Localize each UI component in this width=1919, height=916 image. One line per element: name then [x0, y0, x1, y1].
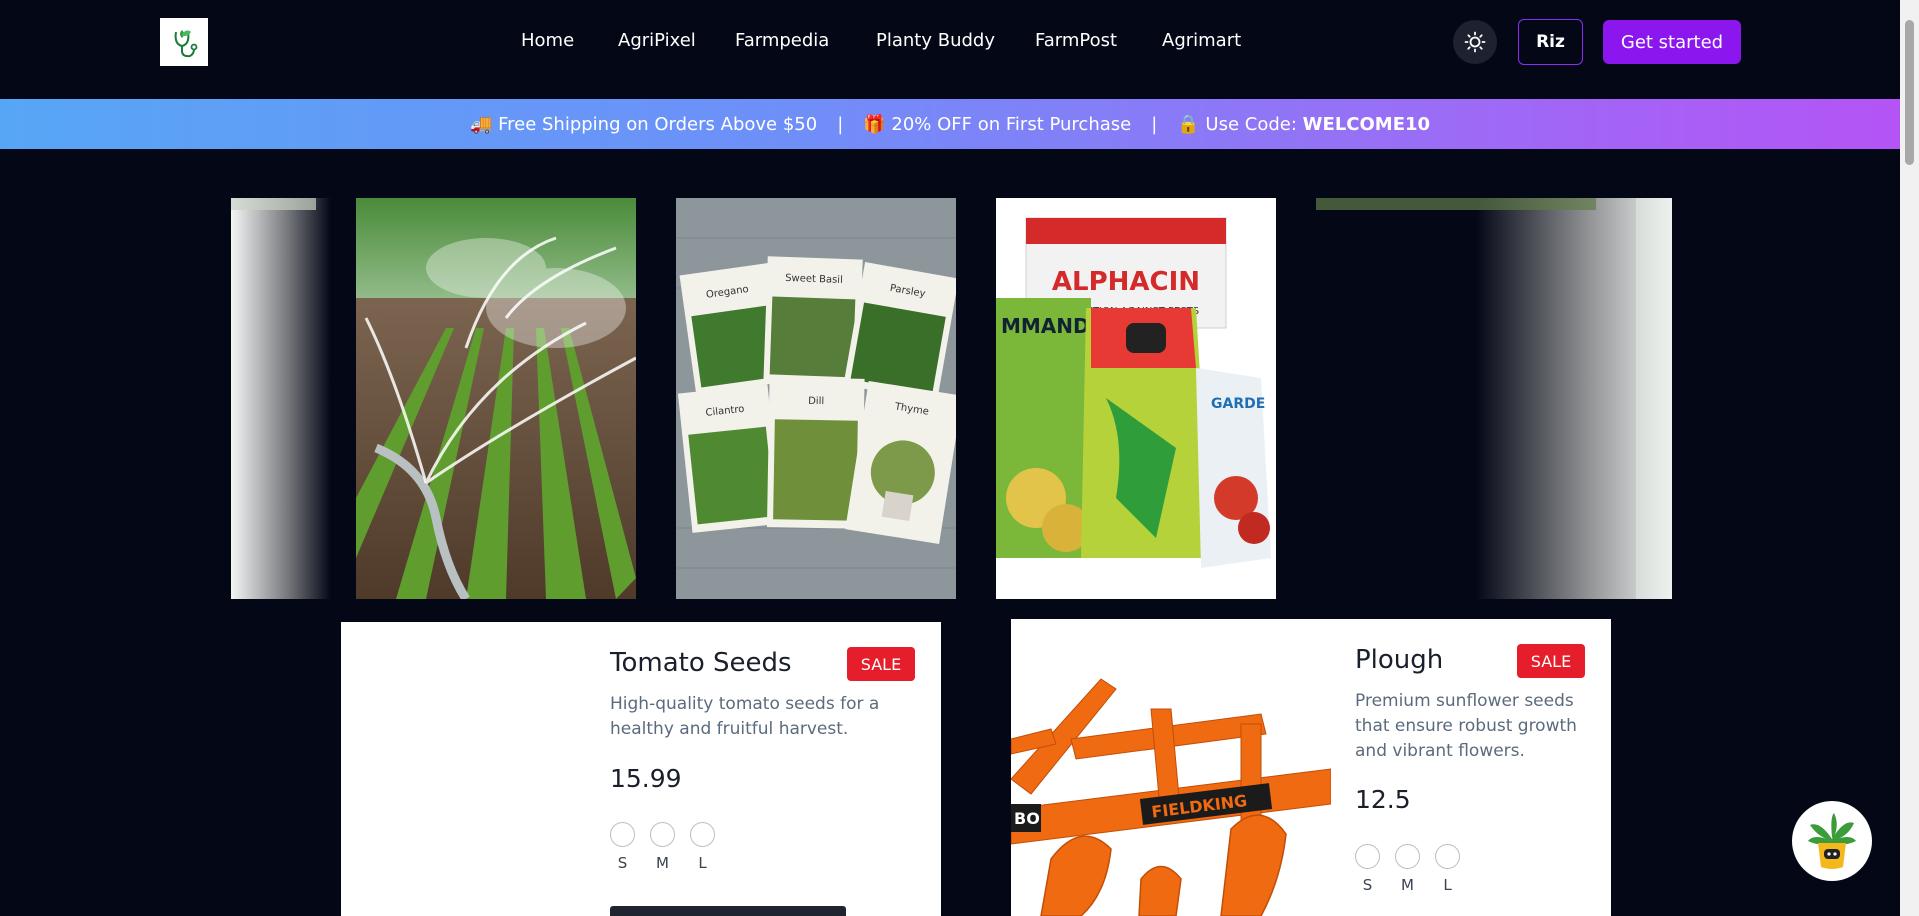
promo-separator: |: [1151, 113, 1158, 135]
product-card[interactable]: BO FIELDKING Plough SALE Premium sunflow…: [1011, 619, 1611, 916]
plough-image: BO FIELDKING: [1011, 619, 1331, 916]
svg-text:BO: BO: [1014, 809, 1040, 828]
sale-badge: SALE: [847, 647, 915, 681]
user-profile-button[interactable]: Riz: [1518, 19, 1583, 65]
scrollbar-thumb[interactable]: [1905, 20, 1914, 165]
nav-planty-buddy[interactable]: Planty Buddy: [876, 30, 995, 51]
add-to-cart-button[interactable]: [610, 906, 846, 916]
product-carousel: Oregano Sweet Basil Parsley Cilantro Dil…: [231, 198, 1672, 599]
pesticide-label-right: GARDE: [1211, 396, 1265, 412]
plant-robot-icon: [1808, 813, 1856, 869]
product-price: 12.5: [1355, 785, 1411, 814]
faded-slide-image: [231, 198, 331, 599]
faded-slide-image: [1316, 198, 1672, 599]
size-option-m[interactable]: [1395, 844, 1420, 869]
page-root: Home AgriPixel Farmpedia Planty Buddy Fa…: [0, 0, 1919, 916]
carousel-slide-partial-left[interactable]: [231, 198, 331, 599]
product-card[interactable]: Tomato Seeds SALE High-quality tomato se…: [341, 622, 941, 916]
size-option-s[interactable]: [1355, 844, 1380, 869]
nav-agrimart[interactable]: Agrimart: [1162, 30, 1241, 51]
logo[interactable]: [160, 18, 208, 66]
irrigation-image: [356, 198, 636, 599]
size-label-s: S: [617, 854, 628, 872]
theme-toggle-button[interactable]: [1453, 20, 1497, 64]
size-option-m[interactable]: [650, 822, 675, 847]
sun-icon: [1464, 31, 1486, 53]
product-title: Plough: [1355, 645, 1444, 675]
promo-code: WELCOME10: [1302, 113, 1431, 135]
product-description: Premium sunflower seeds that ensure robu…: [1355, 691, 1577, 761]
nav-agripixel[interactable]: AgriPixel: [618, 30, 696, 51]
size-label-l: L: [1443, 876, 1452, 894]
size-label-s: S: [1362, 876, 1373, 894]
sale-badge: SALE: [1517, 644, 1585, 678]
promo-separator: |: [837, 113, 844, 135]
promo-banner: 🚚 Free Shipping on Orders Above $50 | 🎁 …: [0, 99, 1900, 149]
product-image: BO FIELDKING: [1011, 619, 1331, 916]
stethoscope-leaf-icon: [174, 30, 198, 58]
promo-code-prefix: 🔒 Use Code:: [1177, 113, 1297, 135]
promo-discount: 🎁 20% OFF on First Purchase: [863, 113, 1132, 135]
size-option-s[interactable]: [610, 822, 635, 847]
size-option-l[interactable]: [690, 822, 715, 847]
promo-shipping: 🚚 Free Shipping on Orders Above $50: [469, 113, 818, 135]
product-price: 15.99: [610, 764, 682, 793]
pesticide-brand: ALPHACIN: [1052, 267, 1200, 297]
product-image-placeholder: [341, 622, 591, 916]
get-started-button[interactable]: Get started: [1603, 20, 1741, 64]
product-title: Tomato Seeds: [610, 648, 792, 678]
product-description: High-quality tomato seeds for a healthy …: [610, 694, 880, 739]
size-label-m: M: [656, 854, 669, 872]
size-label-m: M: [1401, 876, 1414, 894]
carousel-slide-pesticides[interactable]: ALPHACIN PROTECTION AGAINST PESTS MMANDE…: [996, 198, 1276, 599]
packet-label-dill: Dill: [808, 396, 824, 407]
carousel-slide-irrigation[interactable]: [356, 198, 636, 599]
seed-packets-image: Oregano Sweet Basil Parsley Cilantro Dil…: [676, 198, 956, 599]
pesticide-bags-image: ALPHACIN PROTECTION AGAINST PESTS MMANDE…: [996, 198, 1276, 599]
nav-farmpost[interactable]: FarmPost: [1035, 30, 1117, 51]
nav-farmpedia[interactable]: Farmpedia: [735, 30, 829, 51]
top-navbar: Home AgriPixel Farmpedia Planty Buddy Fa…: [0, 0, 1900, 99]
chatbot-button[interactable]: [1792, 801, 1872, 881]
carousel-slide-partial-right[interactable]: [1316, 198, 1672, 599]
nav-home[interactable]: Home: [521, 30, 574, 51]
size-label-l: L: [698, 854, 707, 872]
packet-label-basil: Sweet Basil: [785, 273, 843, 286]
carousel-slide-seed-packets[interactable]: Oregano Sweet Basil Parsley Cilantro Dil…: [676, 198, 956, 599]
size-option-l[interactable]: [1435, 844, 1460, 869]
